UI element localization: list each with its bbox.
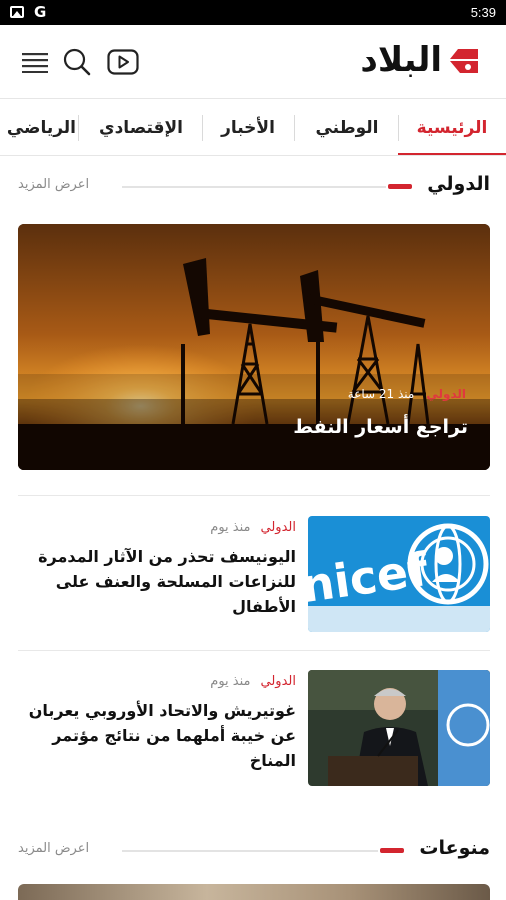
tab-separator bbox=[294, 115, 295, 141]
google-notification-icon: G bbox=[34, 3, 47, 21]
article-category[interactable]: الدولي bbox=[261, 674, 296, 689]
section-header-misc: منوعات اعرض المزيد bbox=[18, 837, 490, 867]
section-accent-mark bbox=[388, 184, 412, 189]
article-title[interactable]: غوتيريش والاتحاد الأوروبي يعربان عن خيبة… bbox=[16, 698, 296, 773]
article-meta: الدولي منذ يوم bbox=[210, 520, 296, 535]
list-item[interactable]: nicef الدولي منذ يوم اليونيسف تحذر من ال… bbox=[18, 516, 490, 632]
show-more-link[interactable]: اعرض المزيد bbox=[18, 841, 89, 856]
show-more-link[interactable]: اعرض المزيد bbox=[18, 177, 89, 192]
status-icons: G bbox=[10, 4, 46, 20]
article-title[interactable]: اليونيسف تحذر من الآثار المدمرة للنزاعات… bbox=[16, 544, 296, 619]
category-tabs: الرئيسية الوطني الأخبار الإقتصادي الرياض… bbox=[0, 100, 506, 156]
section-header-international: الدولي اعرض المزيد bbox=[18, 173, 490, 203]
tab-home[interactable]: الرئيسية bbox=[398, 100, 506, 155]
app-header: البلاد bbox=[0, 25, 506, 99]
list-item[interactable]: الدولي منذ يوم غوتيريش والاتحاد الأوروبي… bbox=[18, 670, 490, 786]
tab-sports[interactable]: الرياضي bbox=[0, 100, 76, 155]
hamburger-menu-icon bbox=[22, 53, 48, 73]
section-accent-mark bbox=[380, 848, 404, 853]
section-title: منوعات bbox=[419, 837, 490, 859]
tab-news[interactable]: الأخبار bbox=[202, 100, 294, 155]
unicef-image: nicef bbox=[308, 516, 490, 632]
divider bbox=[18, 650, 490, 651]
logo-text: البلاد bbox=[360, 40, 443, 80]
section-rule bbox=[122, 850, 378, 852]
status-bar: G 5:39 bbox=[0, 0, 506, 25]
guterres-image bbox=[308, 670, 490, 786]
site-logo[interactable]: البلاد bbox=[360, 39, 480, 81]
tab-national[interactable]: الوطني bbox=[296, 100, 398, 155]
tab-label: الوطني bbox=[315, 117, 379, 138]
status-time: 5:39 bbox=[470, 5, 496, 20]
article-time: منذ 21 ساعة bbox=[347, 387, 415, 401]
article-time: منذ يوم bbox=[210, 674, 251, 689]
tab-separator bbox=[202, 115, 203, 141]
featured-article-card[interactable]: الدولي منذ 21 ساعة تراجع أسعار النفط bbox=[18, 224, 490, 470]
video-button[interactable] bbox=[106, 45, 140, 79]
search-button[interactable] bbox=[60, 45, 94, 79]
featured-meta: الدولي منذ 21 ساعة bbox=[348, 387, 466, 401]
article-meta: الدولي منذ يوم bbox=[210, 674, 296, 689]
article-thumbnail-partial[interactable] bbox=[18, 884, 490, 900]
tab-label: الرياضي bbox=[6, 117, 76, 138]
article-category[interactable]: الدولي bbox=[426, 387, 466, 401]
tab-label: الرئيسية bbox=[416, 117, 488, 138]
tab-label: الإقتصادي bbox=[99, 117, 183, 138]
tab-separator bbox=[78, 115, 79, 141]
image-notification-icon bbox=[10, 6, 24, 18]
section-title: الدولي bbox=[427, 173, 490, 195]
tab-economy[interactable]: الإقتصادي bbox=[82, 100, 200, 155]
logo-mark-icon bbox=[450, 49, 478, 73]
article-thumbnail bbox=[308, 670, 490, 786]
section-rule bbox=[122, 186, 386, 188]
article-category[interactable]: الدولي bbox=[261, 520, 296, 535]
tab-label: الأخبار bbox=[221, 117, 275, 138]
search-icon bbox=[63, 48, 91, 76]
video-play-icon bbox=[107, 49, 139, 75]
menu-button[interactable] bbox=[18, 45, 52, 79]
article-time: منذ يوم bbox=[210, 520, 251, 535]
featured-title[interactable]: تراجع أسعار النفط bbox=[293, 416, 468, 438]
divider bbox=[18, 495, 490, 496]
article-thumbnail: nicef bbox=[308, 516, 490, 632]
tab-separator bbox=[398, 115, 399, 141]
active-tab-indicator bbox=[398, 153, 506, 155]
